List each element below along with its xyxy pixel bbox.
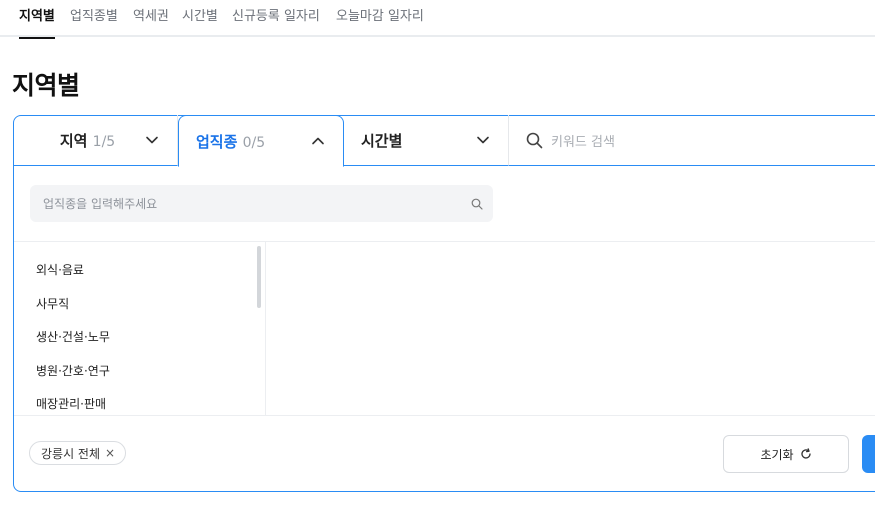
category-scrollbar[interactable]	[257, 246, 261, 308]
refresh-icon	[800, 448, 812, 460]
search-icon[interactable]	[471, 198, 483, 210]
keyword-search[interactable]: 키워드 검색	[509, 115, 875, 166]
top-tab-region[interactable]: 지역별	[19, 0, 55, 39]
category-item[interactable]: 생산·건설·노무	[36, 321, 256, 355]
filter-region-count: 1/5	[92, 133, 116, 150]
chip-label: 강릉시 전체	[41, 446, 101, 461]
keyword-search-placeholder: 키워드 검색	[551, 134, 615, 150]
page-title: 지역별	[12, 71, 80, 100]
reset-button-label: 초기화	[760, 447, 794, 462]
top-tab-closing-today[interactable]: 오늘마감 일자리	[336, 0, 424, 37]
column-divider	[265, 242, 266, 415]
divider	[14, 415, 875, 416]
chevron-up-icon	[311, 134, 325, 148]
top-tab-new-jobs[interactable]: 신규등록 일자리	[232, 0, 320, 37]
top-tab-job-type[interactable]: 업직종별	[70, 0, 118, 37]
category-item[interactable]: 사무직	[36, 288, 256, 322]
filter-tab-time[interactable]: 시간별	[344, 115, 509, 166]
filter-job-count: 0/5	[242, 134, 266, 151]
filter-tab-job-type[interactable]: 업직종 0/5	[178, 115, 344, 167]
category-item[interactable]: 병원·간호·연구	[36, 355, 256, 389]
search-icon	[526, 132, 543, 149]
job-type-search-input[interactable]: 업직종을 입력해주세요	[30, 185, 493, 222]
top-tab-station[interactable]: 역세권	[133, 0, 169, 37]
filter-time-label: 시간별	[361, 131, 403, 150]
filter-tab-job-label: 업직종 0/5	[196, 131, 265, 152]
chevron-down-icon	[476, 133, 490, 147]
divider	[14, 241, 875, 242]
filter-region-name: 지역	[59, 131, 88, 150]
top-tab-time[interactable]: 시간별	[182, 0, 218, 37]
top-nav: 지역별 업직종별 역세권 시간별 신규등록 일자리 오늘마감 일자리	[0, 0, 875, 39]
filter-job-name: 업직종	[196, 132, 238, 151]
filter-tab-region[interactable]: 지역 1/5	[13, 115, 178, 166]
category-item[interactable]: 외식·음료	[36, 254, 256, 288]
category-list: 외식·음료 사무직 생산·건설·노무 병원·간호·연구 매장관리·판매	[36, 254, 256, 422]
chevron-down-icon	[145, 133, 159, 147]
category-item[interactable]: 매장관리·판매	[36, 388, 256, 422]
apply-button[interactable]	[862, 435, 875, 473]
selected-filter-chip: 강릉시 전체 ×	[29, 441, 127, 465]
close-icon[interactable]: ×	[105, 446, 115, 460]
reset-button[interactable]: 초기화	[723, 435, 849, 473]
job-type-search-placeholder: 업직종을 입력해주세요	[43, 197, 158, 211]
filter-tab-region-label: 지역 1/5	[60, 130, 115, 151]
filter-bar: 지역 1/5 업직종 0/5 시간별 키워드 검색	[13, 115, 875, 167]
